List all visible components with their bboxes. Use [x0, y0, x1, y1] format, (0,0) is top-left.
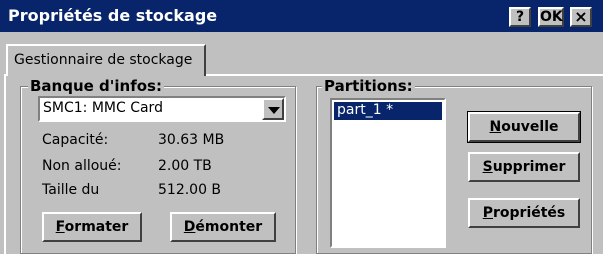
format-button[interactable]: Formater: [42, 212, 142, 242]
window-title: Propriétés de stockage: [8, 6, 218, 25]
tab-label: Gestionnaire de stockage: [14, 52, 193, 68]
new-partition-button[interactable]: Nouvelle: [467, 111, 581, 143]
card-select[interactable]: SMC1: MMC Card: [38, 96, 286, 122]
card-select-value: SMC1: MMC Card: [43, 100, 163, 116]
size-value: 512.00 B: [158, 182, 222, 198]
capacity-label: Capacité:: [42, 132, 109, 148]
info-bank-legend: Banque d'infos:: [28, 77, 164, 95]
unallocated-value: 2.00 TB: [158, 158, 212, 174]
unmount-button[interactable]: Démonter: [170, 212, 276, 242]
list-item-label: part_1 *: [337, 102, 394, 118]
chevron-down-icon: [268, 107, 280, 114]
partition-properties-button[interactable]: Propriétés: [468, 198, 580, 228]
unallocated-label: Non alloué:: [42, 158, 122, 174]
tab-storage-manager[interactable]: Gestionnaire de stockage: [6, 44, 206, 76]
list-item[interactable]: part_1 *: [334, 102, 442, 120]
partition-list[interactable]: part_1 *: [330, 98, 446, 248]
delete-partition-button[interactable]: Supprimer: [468, 152, 580, 182]
help-button[interactable]: ?: [509, 7, 531, 27]
dropdown-button[interactable]: [262, 98, 284, 120]
ok-button[interactable]: OK: [538, 7, 564, 27]
size-label: Taille du: [42, 182, 100, 198]
capacity-value: 30.63 MB: [158, 132, 225, 148]
partitions-legend: Partitions:: [322, 77, 415, 95]
close-button[interactable]: ×: [570, 7, 592, 27]
